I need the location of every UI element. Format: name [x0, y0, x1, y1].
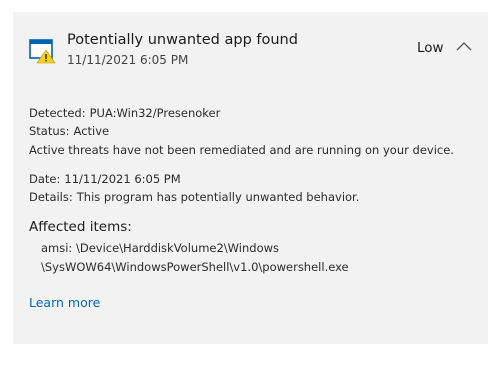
- status-message: Active threats have not been remediated …: [29, 143, 454, 157]
- threat-title: Potentially unwanted app found: [67, 32, 298, 48]
- detected-value: PUA:Win32/Presenoker: [89, 106, 221, 120]
- date-label: Date:: [29, 172, 61, 186]
- details-value: This program has potentially unwanted be…: [76, 190, 360, 204]
- severity-label: Low: [417, 40, 444, 56]
- detected-label: Detected:: [29, 106, 86, 120]
- window-warning-icon: [29, 39, 56, 64]
- threat-timestamp: 11/11/2021 6:05 PM: [67, 53, 189, 67]
- learn-more-link[interactable]: Learn more: [29, 295, 100, 310]
- affected-items-title: Affected items:: [29, 219, 132, 235]
- affected-path-line-2: \SysWOW64\WindowsPowerShell\v1.0\powersh…: [41, 260, 349, 274]
- details-label: Details:: [29, 190, 73, 204]
- date-value: 11/11/2021 6:05 PM: [64, 172, 181, 186]
- chevron-up-icon[interactable]: [455, 40, 473, 52]
- status-row: Status: Active: [29, 124, 109, 138]
- details-row: Details: This program has potentially unw…: [29, 190, 359, 204]
- date-row: Date: 11/11/2021 6:05 PM: [29, 172, 181, 186]
- threat-card: Potentially unwanted app found 11/11/202…: [13, 12, 488, 344]
- status-value: Active: [73, 124, 110, 138]
- status-label: Status:: [29, 124, 70, 138]
- detected-row: Detected: PUA:Win32/Presenoker: [29, 106, 220, 120]
- affected-path-line-1: amsi: \Device\HarddiskVolume2\Windows: [41, 241, 280, 255]
